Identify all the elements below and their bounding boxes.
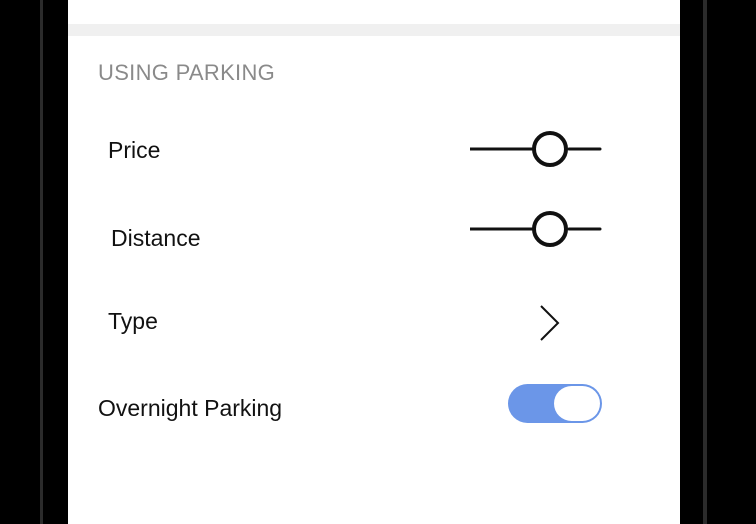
device-bezel-left (40, 0, 43, 524)
price-label: Price (108, 137, 161, 163)
section-title-using-parking: USING PARKING (98, 60, 276, 85)
settings-screen: USING PARKING Price Distance Type Overni… (68, 0, 680, 524)
section-divider (68, 24, 680, 36)
type-label: Type (108, 308, 158, 334)
chevron-right-icon[interactable] (538, 304, 562, 342)
device-bezel-right (703, 0, 707, 524)
toggle-knob (554, 386, 600, 421)
distance-label: Distance (111, 225, 201, 251)
distance-slider-icon[interactable] (470, 210, 602, 250)
overnight-parking-toggle[interactable] (508, 384, 602, 423)
price-slider-icon[interactable] (470, 130, 602, 170)
overnight-parking-label: Overnight Parking (98, 395, 283, 421)
device-frame: USING PARKING Price Distance Type Overni… (0, 0, 756, 524)
